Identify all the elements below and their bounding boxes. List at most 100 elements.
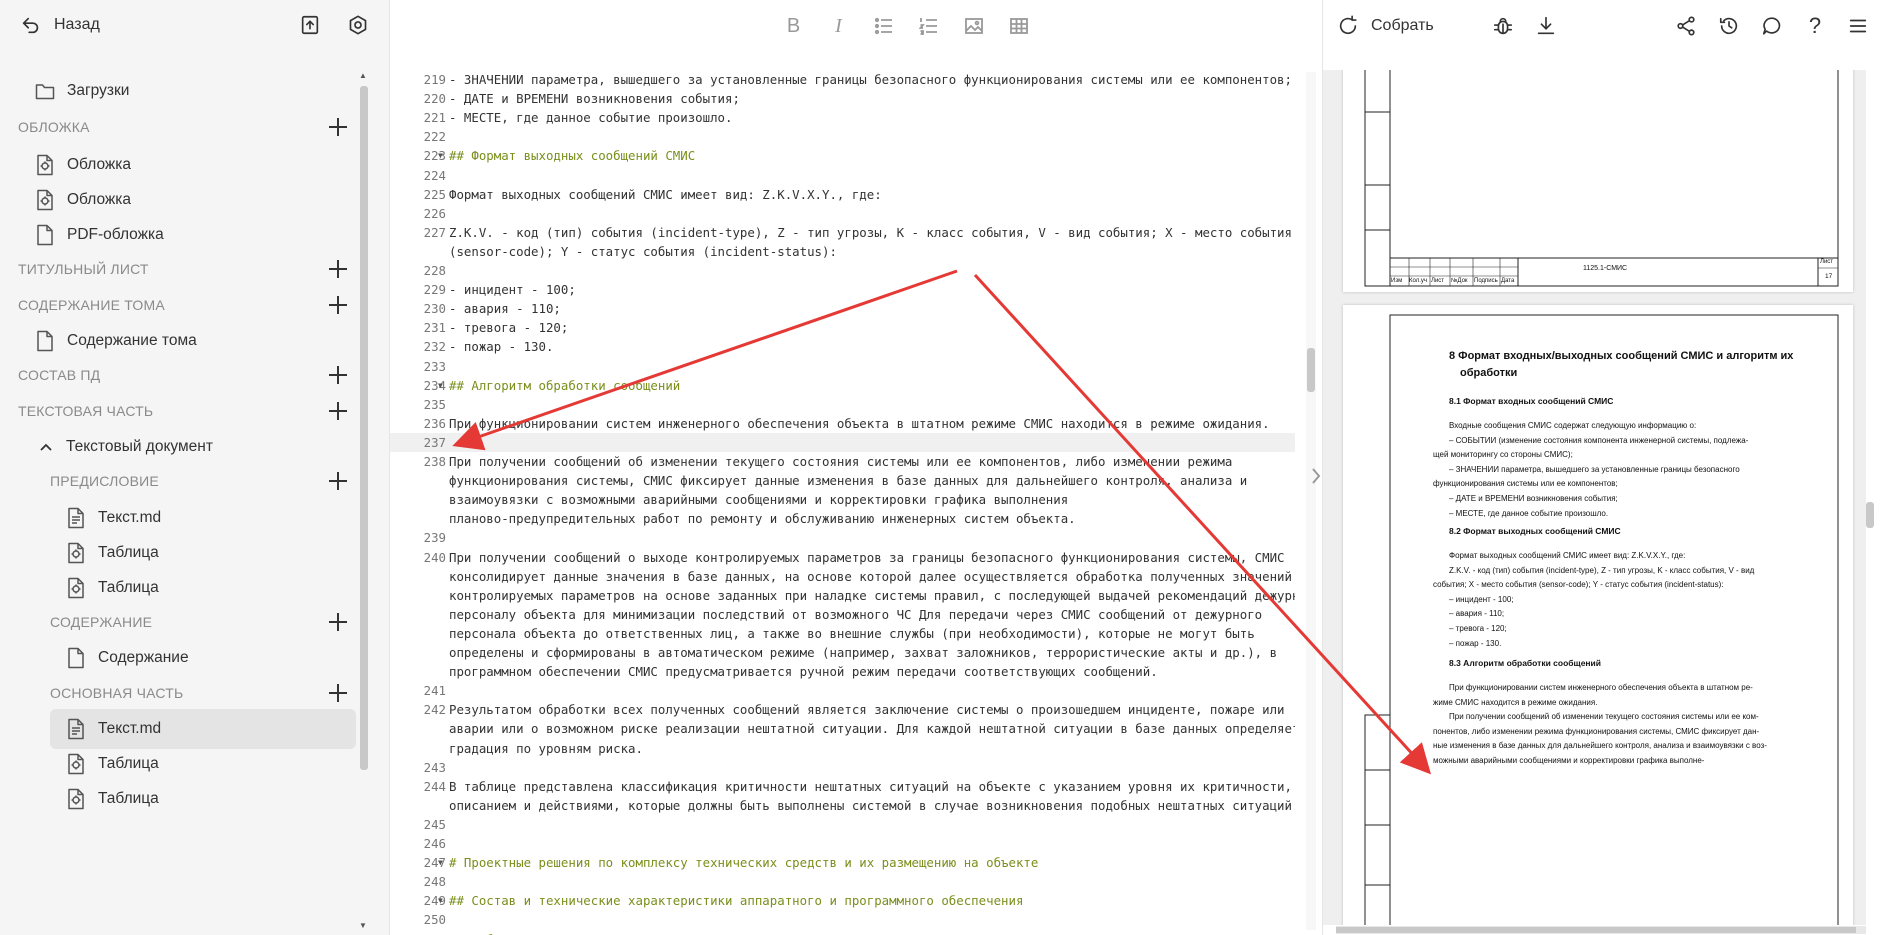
- table-icon[interactable]: [1006, 13, 1032, 39]
- current-line-highlight: [390, 432, 1295, 452]
- scroll-up-icon[interactable]: ▲: [358, 72, 368, 80]
- section-header[interactable]: ТИТУЛЬНЫЙ ЛИСТ: [0, 249, 356, 289]
- section-header[interactable]: СОДЕРЖАНИЕ: [0, 602, 356, 642]
- tree-item[interactable]: Таблица: [0, 533, 356, 573]
- build-button[interactable]: Собрать: [1335, 13, 1434, 39]
- add-icon[interactable]: [326, 399, 350, 423]
- section-header[interactable]: СОСТАВ ПД: [0, 355, 356, 395]
- image-icon[interactable]: [961, 13, 987, 39]
- fold-arrow-icon[interactable]: ▼: [438, 858, 443, 867]
- fold-arrow-icon[interactable]: ▼: [438, 896, 443, 905]
- help-icon[interactable]: ?: [1802, 13, 1828, 39]
- line-number: 251: [390, 932, 446, 935]
- numbered-list-icon[interactable]: [916, 13, 942, 39]
- heading-line[interactable]: ## Состав и технические характеристики а…: [449, 893, 1293, 908]
- fold-arrow-icon[interactable]: ▼: [438, 381, 443, 390]
- text-line-wrap[interactable]: планово-предупредительных работ по ремон…: [449, 511, 1293, 526]
- add-icon[interactable]: [326, 363, 350, 387]
- text-line[interactable]: При функционировании систем инженерного …: [449, 416, 1293, 431]
- preview-hscroll-thumb[interactable]: [1336, 927, 1856, 933]
- text-line[interactable]: - ЗНАЧЕНИИ параметра, вышедшего за устан…: [449, 72, 1293, 87]
- italic-icon[interactable]: I: [826, 13, 852, 39]
- preview-scroll-thumb[interactable]: [1866, 502, 1874, 528]
- document-settings-icon: [66, 577, 86, 599]
- tree-item[interactable]: Обложка: [0, 180, 356, 220]
- tree-item[interactable]: Загрузки: [0, 71, 356, 111]
- text-line-wrap[interactable]: функционирования системы, СМИС фиксирует…: [449, 473, 1293, 488]
- text-line[interactable]: - тревога - 120;: [449, 320, 1293, 335]
- text-line-wrap[interactable]: консолидирует данные значения в базе дан…: [449, 569, 1293, 584]
- text-line[interactable]: При получении сообщений об изменении тек…: [449, 454, 1293, 469]
- editor-scrollbar[interactable]: [1306, 72, 1316, 930]
- tree-item[interactable]: Содержание: [0, 638, 356, 678]
- text-line-wrap[interactable]: градация по уровням риска.: [449, 741, 1293, 756]
- text-line-wrap[interactable]: аварии или о возможном риске реализации …: [449, 721, 1295, 736]
- tree-item[interactable]: Таблица: [0, 744, 356, 784]
- code-area[interactable]: 219- ЗНАЧЕНИИ параметра, вышедшего за ус…: [390, 72, 1295, 935]
- share-icon[interactable]: [1673, 13, 1699, 39]
- text-line[interactable]: - ДАТЕ и ВРЕМЕНИ возникновения события;: [449, 91, 1293, 106]
- text-line[interactable]: При получении сообщений о выходе контрол…: [449, 550, 1293, 565]
- add-icon[interactable]: [326, 115, 350, 139]
- text-line-wrap[interactable]: контролируемых параметров на основе зада…: [449, 588, 1295, 603]
- item-label: Текст.md: [98, 509, 162, 526]
- text-line[interactable]: В таблице представлена классификация кри…: [449, 779, 1293, 794]
- preview-scrollbar[interactable]: [1864, 70, 1876, 935]
- tree-item[interactable]: Таблица: [0, 779, 356, 819]
- add-icon[interactable]: [326, 610, 350, 634]
- text-line-wrap[interactable]: взаимоувязки с возможными аварийными соо…: [449, 492, 1293, 507]
- heading-line[interactable]: # Проектные решения по комплексу техниче…: [449, 855, 1293, 870]
- editor-scroll-thumb[interactable]: [1307, 348, 1315, 392]
- sidebar-scroll-thumb[interactable]: [360, 86, 368, 770]
- bug-icon[interactable]: [1490, 13, 1516, 39]
- text-line-wrap[interactable]: описанием и действиями, которые должны б…: [449, 798, 1295, 813]
- doc-line: При функционировании систем инженерного …: [1449, 683, 1753, 692]
- text-line-wrap[interactable]: (sensor-code); Y - статус события (incid…: [449, 244, 1293, 259]
- text-line-wrap[interactable]: определены и сформированы в автоматическ…: [449, 645, 1293, 660]
- section-header[interactable]: ОСНОВНАЯ ЧАСТЬ: [0, 673, 356, 713]
- add-icon[interactable]: [326, 469, 350, 493]
- doc-paragraph-8-1: Входные сообщения СМИС содержат следующу…: [1433, 419, 1845, 521]
- preview-horizontal-scrollbar[interactable]: [1336, 926, 1866, 934]
- text-line-wrap[interactable]: персонала объекта до ответственных лиц, …: [449, 626, 1293, 641]
- tree-item[interactable]: Текст.md: [0, 498, 356, 538]
- heading-line[interactable]: ## Формат выходных сообщений СМИС: [449, 148, 1293, 163]
- add-icon[interactable]: [326, 681, 350, 705]
- add-icon[interactable]: [326, 257, 350, 281]
- text-line[interactable]: Z.K.V. - код (тип) события (incident-typ…: [449, 225, 1293, 240]
- section-header[interactable]: ТЕКСТОВАЯ ЧАСТЬ: [0, 391, 356, 431]
- fold-arrow-icon[interactable]: ▼: [438, 151, 443, 160]
- scroll-down-icon[interactable]: ▼: [358, 922, 368, 930]
- download-icon[interactable]: [1533, 13, 1559, 39]
- bold-icon[interactable]: B: [781, 13, 807, 39]
- chevron-up-icon[interactable]: [38, 439, 54, 455]
- back-button[interactable]: Назад: [18, 12, 100, 38]
- history-icon[interactable]: [1716, 13, 1742, 39]
- sidebar-scrollbar[interactable]: ▲ ▼: [358, 72, 368, 930]
- upload-icon[interactable]: [297, 12, 323, 38]
- add-icon[interactable]: [326, 293, 350, 317]
- tree-item[interactable]: Текст.md: [50, 709, 356, 749]
- section-label: СОСТАВ ПД: [18, 367, 101, 383]
- text-line[interactable]: - авария - 110;: [449, 301, 1293, 316]
- section-header[interactable]: ПРЕДИСЛОВИЕ: [0, 461, 356, 501]
- text-line-wrap[interactable]: персоналу объекта для минимизации послед…: [449, 607, 1293, 622]
- section-header[interactable]: ОБЛОЖКА: [0, 107, 356, 147]
- comment-icon[interactable]: [1759, 13, 1785, 39]
- tree-item[interactable]: Обложка: [0, 145, 356, 185]
- text-line[interactable]: Формат выходных сообщений СМИС имеет вид…: [449, 187, 1293, 202]
- heading-line[interactable]: ### Общие сведения: [449, 932, 1293, 935]
- menu-icon[interactable]: [1845, 13, 1871, 39]
- settings-icon[interactable]: [345, 12, 371, 38]
- preview-panel: Собрать ? Изм Кол.уч Лист №Док Подпись Д…: [1322, 0, 1883, 935]
- bullet-list-icon[interactable]: [871, 13, 897, 39]
- text-line[interactable]: Результатом обработки всех полученных со…: [449, 702, 1293, 717]
- section-header[interactable]: СОДЕРЖАНИЕ ТОМА: [0, 285, 356, 325]
- heading-line[interactable]: ## Алгоритм обработки сообщений: [449, 378, 1293, 393]
- text-line-wrap[interactable]: программном обеспечении СМИС предусматри…: [449, 664, 1293, 679]
- text-line[interactable]: - пожар - 130.: [449, 339, 1293, 354]
- line-number: 230: [423, 301, 446, 317]
- text-line[interactable]: - МЕСТЕ, где данное событие произошло.: [449, 110, 1293, 125]
- text-line[interactable]: - инцидент - 100;: [449, 282, 1293, 297]
- item-label: Таблица: [98, 579, 159, 596]
